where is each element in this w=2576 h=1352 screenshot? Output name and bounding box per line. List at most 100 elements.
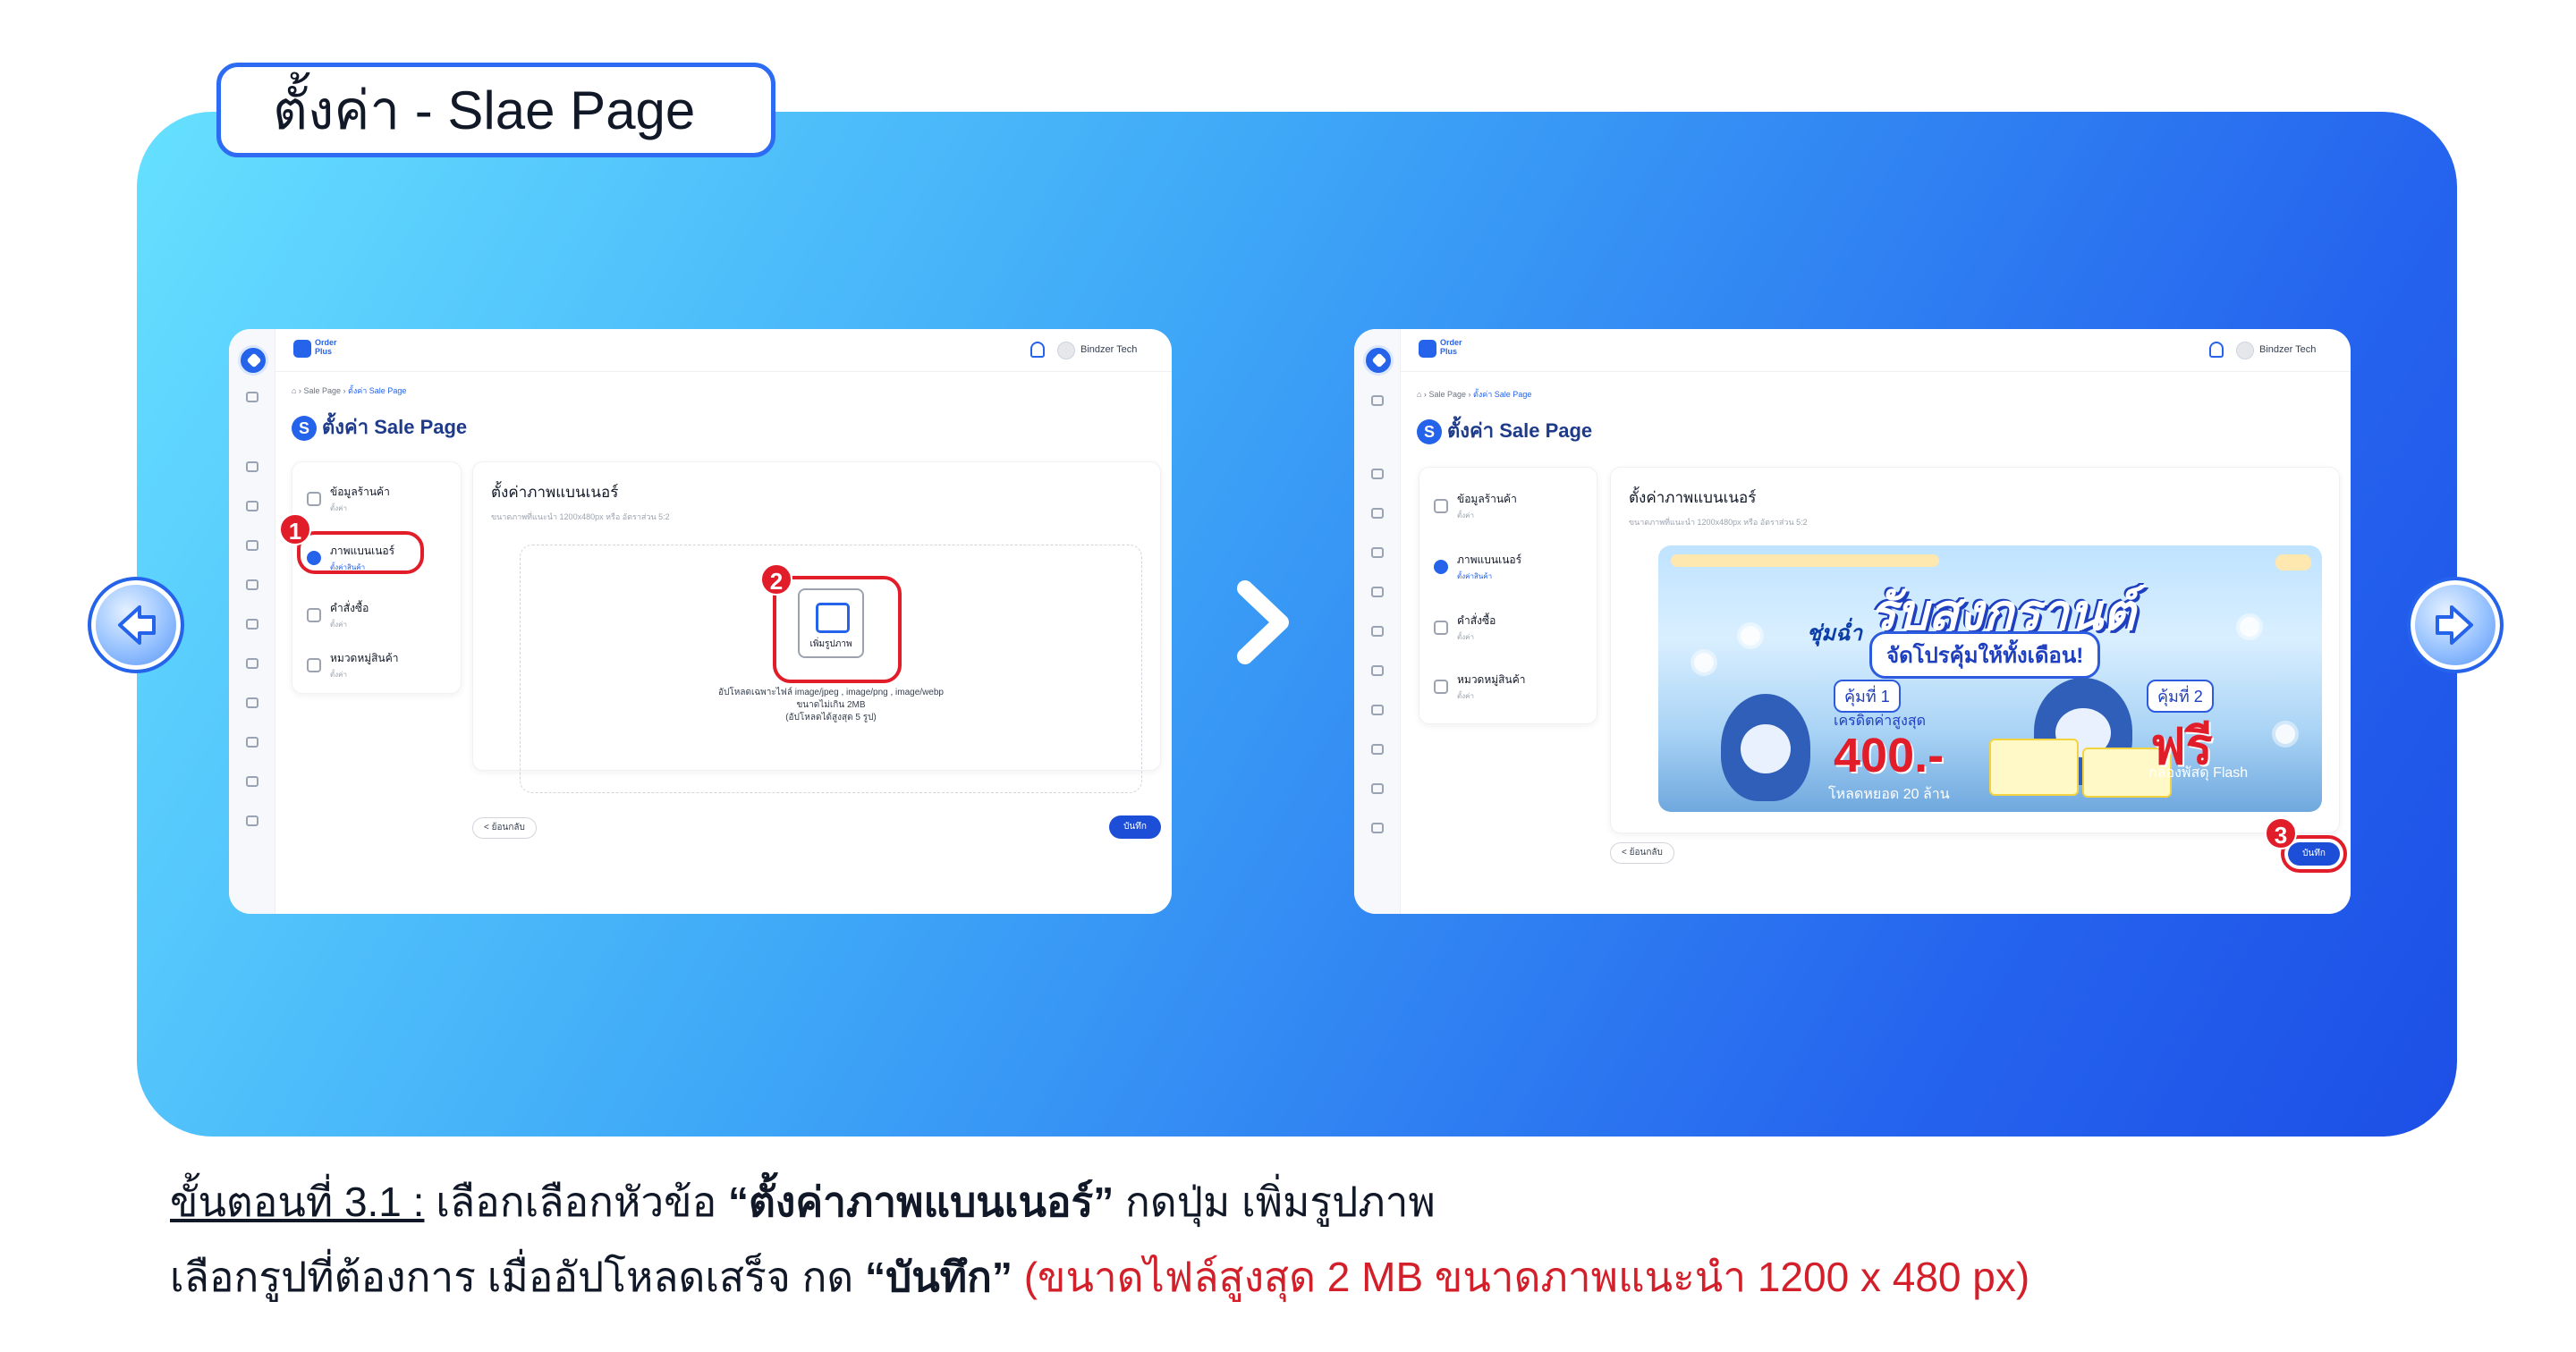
menu-label: คำสั่งซื้อ bbox=[1457, 614, 1496, 627]
robot-icon[interactable] bbox=[246, 658, 258, 669]
box-icon[interactable] bbox=[1371, 547, 1384, 558]
section-title: ตั้งค่าภาพแบนเนอร์ bbox=[491, 484, 619, 501]
caption-bold: “ตั้งค่าภาพแบนเนอร์” bbox=[728, 1179, 1114, 1225]
menu-item-orders[interactable]: คำสั่งซื้อตั้งค่า bbox=[307, 600, 369, 630]
breadcrumb-root[interactable]: Sale Page bbox=[303, 386, 341, 395]
back-button[interactable]: < ย้อนกลับ bbox=[472, 817, 537, 839]
bell-icon[interactable] bbox=[1030, 342, 1045, 358]
parcel-box-image bbox=[1989, 739, 2079, 796]
menu-label: ข้อมูลร้านค้า bbox=[330, 486, 390, 498]
breadcrumb-current: ตั้งค่า Sale Page bbox=[1472, 390, 1532, 399]
step-badge-3: 3 bbox=[2265, 817, 2297, 849]
page-title: ตั้งค่า - Slae Page bbox=[273, 80, 696, 140]
screenshot-upload-step: Order Plus Bindzer Tech ⌂ › Sale Page › … bbox=[229, 329, 1172, 914]
caption-bold: “บันทึก” bbox=[865, 1254, 1013, 1300]
section-hint: ขนาดภาพที่แนะนำ 1200x480px หรือ อัตราส่ว… bbox=[491, 512, 670, 521]
avatar[interactable] bbox=[2236, 342, 2254, 359]
highlight-add-image bbox=[773, 576, 902, 683]
menu-item-banner[interactable]: ภาพแบนเนอร์ตั้งค่าสินค้า bbox=[1434, 552, 1521, 582]
free-note: กล่องพัสดุ Flash bbox=[2148, 765, 2249, 781]
category-icon bbox=[307, 658, 321, 672]
search-icon[interactable] bbox=[1371, 744, 1384, 755]
bell-icon[interactable] bbox=[2209, 342, 2224, 358]
gear-icon[interactable] bbox=[1371, 823, 1384, 833]
next-arrow-button[interactable] bbox=[2407, 577, 2504, 673]
banner-icon bbox=[1434, 560, 1448, 574]
menu-item-store-info[interactable]: ข้อมูลร้านค้า ตั้งค่า bbox=[307, 484, 390, 514]
menu-item-store-info[interactable]: ข้อมูลร้านค้า ตั้งค่า bbox=[1434, 491, 1517, 521]
truck-icon[interactable] bbox=[1371, 783, 1384, 794]
app-logo-icon bbox=[1363, 345, 1394, 376]
user-name[interactable]: Bindzer Tech bbox=[2259, 344, 2316, 355]
bag-icon[interactable] bbox=[246, 619, 258, 630]
credit-note: โหลดหยอด 20 ล้าน bbox=[1828, 787, 1950, 802]
menu-label: ภาพแบนเนอร์ bbox=[1457, 553, 1522, 566]
truck-icon[interactable] bbox=[246, 776, 258, 787]
brand-line-2: Plus bbox=[1440, 347, 1458, 356]
flower-decoration bbox=[2275, 724, 2295, 744]
menu-label: ข้อมูลร้านค้า bbox=[1457, 493, 1517, 505]
credit-value: 400.- bbox=[1834, 729, 1945, 782]
settings-menu: ข้อมูลร้านค้า ตั้งค่า ภาพแบนเนอร์ ตั้งค่าส… bbox=[1419, 467, 1597, 724]
page-title-tab: ตั้งค่า - Slae Page bbox=[216, 63, 775, 157]
cart-icon[interactable] bbox=[1371, 508, 1384, 519]
menu-label: คำสั่งซื้อ bbox=[330, 602, 369, 614]
home-icon[interactable]: ⌂ › bbox=[1417, 390, 1428, 399]
settings-menu: ข้อมูลร้านค้า ตั้งค่า ภาพแบนเนอร์ ตั้งค่าส… bbox=[292, 461, 462, 694]
menu-item-orders[interactable]: คำสั่งซื้อตั้งค่า bbox=[1434, 613, 1496, 643]
coupon-1-label: คุ้มที่ 1 bbox=[1834, 680, 1901, 713]
gear-icon[interactable] bbox=[246, 815, 258, 826]
brand-name: Order Plus bbox=[315, 338, 337, 356]
menu-item-categories[interactable]: หมวดหมู่สินค้าตั้งค่า bbox=[1434, 672, 1525, 702]
cart-icon bbox=[307, 608, 321, 622]
screenshot-save-step: Order Plus Bindzer Tech ⌂ › Sale Page › … bbox=[1354, 329, 2351, 914]
menu-sub: ตั้งค่า bbox=[330, 621, 347, 629]
dashboard-icon[interactable] bbox=[1371, 469, 1384, 479]
breadcrumb: ⌂ › Sale Page › ตั้งค่า Sale Page bbox=[1417, 390, 1532, 399]
icon-rail bbox=[229, 329, 275, 914]
cart-icon[interactable] bbox=[246, 501, 258, 511]
report-icon[interactable] bbox=[246, 697, 258, 708]
avatar[interactable] bbox=[1057, 342, 1075, 359]
sale-page-icon: S bbox=[1417, 419, 1442, 445]
page-heading: S ตั้งค่า Sale Page bbox=[1417, 415, 1592, 446]
store-icon[interactable] bbox=[246, 392, 258, 402]
flower-decoration bbox=[1694, 653, 1714, 672]
page-heading: S ตั้งค่า Sale Page bbox=[292, 411, 467, 443]
save-button[interactable]: บันทึก bbox=[1109, 815, 1161, 839]
highlight-banner-menu bbox=[297, 531, 424, 574]
menu-sub: ตั้งค่า bbox=[1457, 633, 1474, 641]
top-bar: Order Plus Bindzer Tech bbox=[275, 329, 1172, 372]
uploaded-banner-image[interactable]: ชุ่มฉ่ำ รับสงกรานต์ จัดโปรคุ้มให้ทั้งเดื… bbox=[1658, 545, 2322, 812]
menu-sub: ตั้งค่า bbox=[1457, 692, 1474, 700]
flower-decoration bbox=[2240, 617, 2259, 637]
store-icon[interactable] bbox=[1371, 395, 1384, 406]
chat-icon[interactable] bbox=[1371, 587, 1384, 597]
menu-sub: ตั้งค่าสินค้า bbox=[1457, 572, 1493, 580]
section-hint: ขนาดภาพที่แนะนำ 1200x480px หรือ อัตราส่ว… bbox=[1629, 518, 1808, 527]
store-icon bbox=[1434, 499, 1448, 513]
category-icon bbox=[1434, 680, 1448, 694]
breadcrumb-root[interactable]: Sale Page bbox=[1428, 390, 1466, 399]
upload-info-types: อัปโหลดเฉพาะไฟล์ image/jpeg , image/png … bbox=[718, 688, 944, 697]
box-icon[interactable] bbox=[246, 540, 258, 551]
report-icon[interactable] bbox=[1371, 705, 1384, 715]
chat-icon[interactable] bbox=[246, 579, 258, 590]
back-button[interactable]: < ย้อนกลับ bbox=[1610, 842, 1674, 864]
menu-label: หมวดหมู่สินค้า bbox=[1457, 673, 1526, 686]
menu-item-categories[interactable]: หมวดหมู่สินค้า ตั้งค่า bbox=[307, 650, 398, 680]
bag-icon[interactable] bbox=[1371, 626, 1384, 637]
brand-line-1: Order bbox=[315, 338, 337, 347]
icon-rail bbox=[1354, 329, 1401, 914]
robot-icon[interactable] bbox=[1371, 665, 1384, 676]
user-name[interactable]: Bindzer Tech bbox=[1080, 344, 1137, 355]
previous-arrow-button[interactable] bbox=[88, 577, 184, 673]
caption-text: เลือกเลือกหัวข้อ bbox=[424, 1179, 729, 1225]
flower-decoration bbox=[1741, 626, 1760, 646]
search-icon[interactable] bbox=[246, 737, 258, 748]
brand-name: Order Plus bbox=[1440, 338, 1462, 356]
banner-delete-tag[interactable] bbox=[2275, 554, 2311, 570]
dashboard-icon[interactable] bbox=[246, 461, 258, 472]
home-icon[interactable]: ⌂ › bbox=[292, 386, 303, 395]
arrow-right-icon bbox=[2436, 605, 2473, 645]
